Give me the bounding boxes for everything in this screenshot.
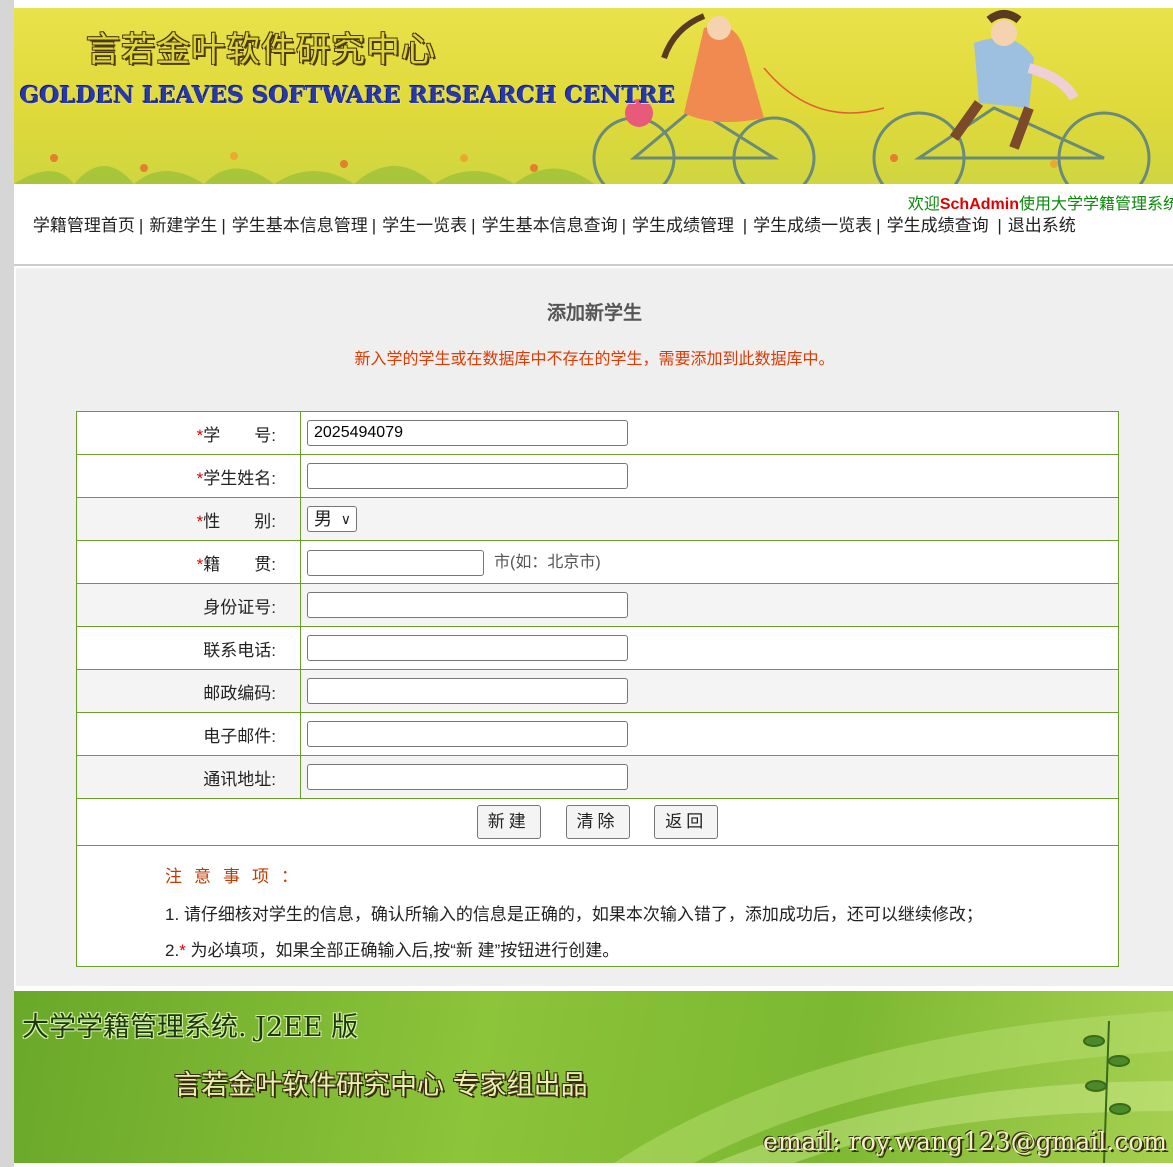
welcome-bar: 欢迎SchAdmin使用大学学籍管理系统 bbox=[14, 186, 1173, 213]
hometown-label: 籍 贯: bbox=[203, 554, 276, 574]
nav-separator: | bbox=[997, 216, 1002, 235]
form-row-phone: 联系电话: bbox=[76, 626, 1119, 670]
main-content: 添加新学生 新入学的学生或在数据库中不存在的学生，需要添加到此数据库中。 *学 … bbox=[16, 268, 1173, 986]
gender-value: 男 bbox=[314, 509, 332, 529]
welcome-prefix: 欢迎 bbox=[907, 196, 940, 213]
chevron-down-icon: ∨ bbox=[340, 511, 351, 527]
notes-title: 注意事项： bbox=[165, 867, 310, 886]
footer-org: 言若金叶软件研究中心 专家组出品 bbox=[174, 1070, 588, 1101]
banner-title-cn: 言若金叶软件研究中心 bbox=[86, 30, 436, 70]
nav-grade-manage[interactable]: 学生成绩管理 bbox=[632, 216, 734, 235]
id-card-input[interactable] bbox=[307, 592, 628, 618]
form-subtitle: 新入学的学生或在数据库中不存在的学生，需要添加到此数据库中。 bbox=[354, 351, 835, 368]
form-row-id-card: 身份证号: bbox=[76, 583, 1119, 627]
form-buttons-row: 新建 清除 返回 bbox=[76, 798, 1119, 846]
address-label: 通讯地址: bbox=[203, 769, 276, 789]
email-label: 电子邮件: bbox=[203, 726, 276, 746]
form-row-student-id: *学 号: bbox=[76, 411, 1119, 455]
form-row-postcode: 邮政编码: bbox=[76, 669, 1119, 713]
nav-separator: | bbox=[876, 216, 881, 235]
field-label: *学 号: bbox=[76, 411, 301, 455]
form-row-hometown: *籍 贯: 市(如：北京市) bbox=[76, 540, 1119, 584]
id-card-label: 身份证号: bbox=[203, 597, 276, 617]
create-button[interactable]: 新建 bbox=[476, 805, 541, 839]
nav-separator: | bbox=[621, 216, 627, 235]
clear-button[interactable]: 清除 bbox=[565, 805, 630, 839]
footer-banner: 大学学籍管理系统. J2EE 版 言若金叶软件研究中心 专家组出品 email:… bbox=[14, 991, 1173, 1163]
back-button[interactable]: 返回 bbox=[654, 805, 719, 839]
nav-home[interactable]: 学籍管理首页 bbox=[33, 216, 135, 235]
footer-email: email: roy.wang123@gmail.com bbox=[763, 1127, 1167, 1156]
welcome-suffix: 使用大学学籍管理系统 bbox=[1018, 196, 1173, 213]
phone-input[interactable] bbox=[307, 635, 628, 661]
nav-separator: | bbox=[742, 216, 748, 235]
header-banner: 言若金叶软件研究中心 GOLDEN LEAVES SOFTWARE RESEAR… bbox=[14, 8, 1173, 184]
main-nav: 学籍管理首页 | 新建学生 | 学生基本信息管理 | 学生一览表 | 学生基本信息查询 | 学生成绩… bbox=[14, 213, 1154, 239]
nav-new-student[interactable]: 新建学生 bbox=[149, 216, 217, 235]
student-id-input[interactable] bbox=[307, 420, 628, 446]
gender-label: 性 别: bbox=[203, 511, 276, 531]
nav-separator: | bbox=[221, 216, 226, 235]
nav-separator: | bbox=[138, 216, 144, 235]
notes-row: 注意事项： 1. 请仔细核对学生的信息，确认所输入的信息是正确的，如果本次输入错… bbox=[76, 845, 1119, 967]
form-row-email: 电子邮件: bbox=[76, 712, 1119, 756]
name-input[interactable] bbox=[307, 463, 628, 489]
hometown-hint: 市(如：北京市) bbox=[494, 554, 601, 571]
footer-title: 大学学籍管理系统. J2EE 版 bbox=[22, 1012, 359, 1043]
gender-select[interactable]: 男 ∨ bbox=[307, 506, 357, 532]
note-1: 1. 请仔细核对学生的信息，确认所输入的信息是正确的，如果本次输入错了，添加成功… bbox=[165, 905, 983, 924]
note-2-text: 为必填项，如果全部正确输入后,按“新 建”按钮进行创建。 bbox=[185, 941, 620, 960]
student-id-label: 学 号: bbox=[203, 425, 276, 445]
current-user: SchAdmin bbox=[939, 196, 1019, 213]
postcode-label: 邮政编码: bbox=[203, 683, 276, 703]
student-form: *学 号: *学生姓名: *性 别: 男∨ *籍 贯: 市(如：北京市) 身份证… bbox=[76, 411, 1119, 967]
note-2-prefix: 2. bbox=[165, 941, 180, 960]
required-mark: * bbox=[179, 941, 186, 960]
form-title: 添加新学生 bbox=[546, 303, 642, 324]
form-row-address: 通讯地址: bbox=[76, 755, 1119, 799]
nav-student-list[interactable]: 学生一览表 bbox=[382, 216, 467, 235]
nav-logout[interactable]: 退出系统 bbox=[1008, 216, 1076, 235]
banner-title-en: GOLDEN LEAVES SOFTWARE RESEARCH CENTRE bbox=[20, 82, 676, 109]
name-label: 学生姓名: bbox=[203, 468, 276, 488]
nav-separator: | bbox=[471, 216, 476, 235]
nav-separator: | bbox=[371, 216, 377, 235]
page: 言若金叶软件研究中心 GOLDEN LEAVES SOFTWARE RESEAR… bbox=[14, 0, 1173, 1167]
postcode-input[interactable] bbox=[307, 678, 628, 704]
email-input[interactable] bbox=[307, 721, 628, 747]
hometown-input[interactable] bbox=[307, 550, 484, 576]
nav-grade-list[interactable]: 学生成绩一览表 bbox=[753, 216, 872, 235]
address-input[interactable] bbox=[307, 764, 628, 790]
nav-student-info-manage[interactable]: 学生基本信息管理 bbox=[232, 216, 368, 235]
note-2: 2.* 为必填项，如果全部正确输入后,按“新 建”按钮进行创建。 bbox=[165, 936, 619, 961]
phone-label: 联系电话: bbox=[203, 640, 276, 660]
nav-grade-query[interactable]: 学生成绩查询 bbox=[887, 216, 989, 235]
nav-divider bbox=[14, 264, 1173, 266]
form-row-gender: *性 别: 男 ∨ bbox=[76, 497, 1119, 541]
nav-student-info-query[interactable]: 学生基本信息查询 bbox=[482, 216, 618, 235]
form-row-name: *学生姓名: bbox=[76, 454, 1119, 498]
welcome-message: 欢迎SchAdmin使用大学学籍管理系统 bbox=[908, 190, 1173, 214]
